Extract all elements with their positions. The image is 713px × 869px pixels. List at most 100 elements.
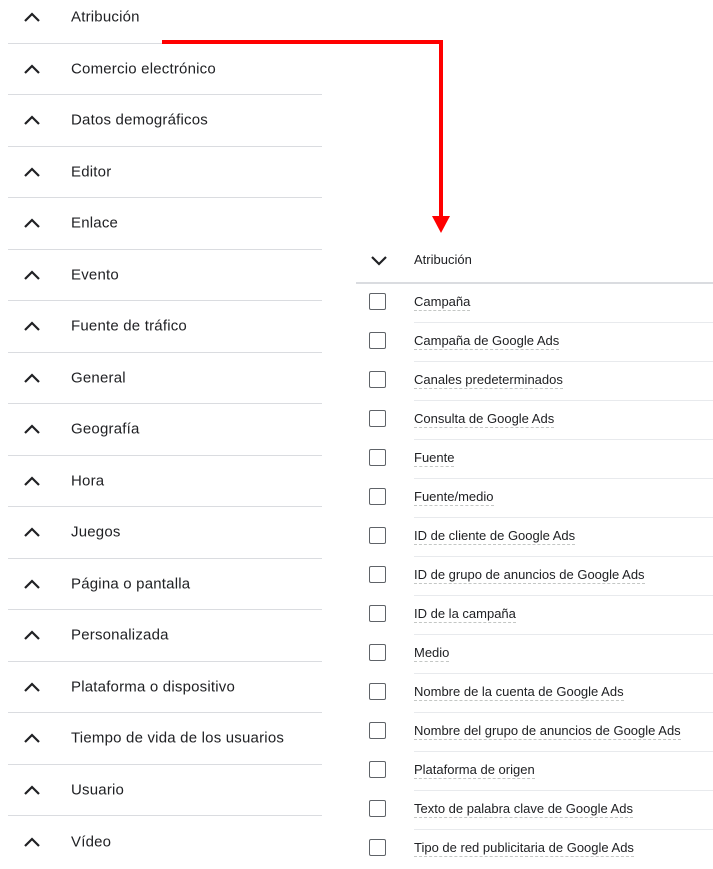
option-checkbox[interactable]: [369, 761, 386, 778]
option-row-id-de-grupo-de-anuncios-de-google-ads: ID de grupo de anuncios de Google Ads: [356, 557, 713, 596]
option-row-medio: Medio: [356, 635, 713, 674]
option-checkbox[interactable]: [369, 839, 386, 856]
option-row-id-de-cliente-de-google-ads: ID de cliente de Google Ads: [356, 518, 713, 557]
category-row-comercio-electronico[interactable]: Comercio electrónico: [8, 44, 322, 95]
category-label: Editor: [71, 163, 112, 181]
category-row-fuente-de-trafico[interactable]: Fuente de tráfico: [8, 301, 322, 353]
category-label: Juegos: [71, 523, 121, 541]
chevron-up-icon: [24, 321, 40, 332]
option-row-campana-de-google-ads: Campaña de Google Ads: [356, 323, 713, 362]
category-row-tiempo-de-vida-de-los-usuarios[interactable]: Tiempo de vida de los usuarios: [8, 713, 322, 765]
chevron-up-icon: [24, 270, 40, 280]
category-row-personalizada[interactable]: Personalizada: [8, 610, 322, 662]
option-row-plataforma-de-origen: Plataforma de origen: [356, 752, 713, 791]
attribution-section-title: Atribución: [414, 252, 472, 267]
option-checkbox[interactable]: [369, 410, 386, 427]
chevron-up-icon: [24, 424, 40, 435]
chevron-up-icon: [24, 218, 40, 229]
option-row-campana: Campaña: [356, 284, 713, 323]
category-label: Comercio electrónico: [71, 60, 216, 78]
chevron-up-icon: [24, 579, 40, 589]
chevron-down-icon: [371, 256, 387, 266]
category-label: Tiempo de vida de los usuarios: [71, 729, 285, 747]
category-label: Página o pantalla: [71, 575, 191, 593]
option-row-fuente-medio: Fuente/medio: [356, 479, 713, 518]
category-label: Enlace: [71, 214, 119, 232]
option-checkbox[interactable]: [369, 566, 386, 583]
category-row-geografia[interactable]: Geografía: [8, 404, 322, 456]
category-row-hora[interactable]: Hora: [8, 456, 322, 507]
option-label[interactable]: Plataforma de origen: [414, 762, 535, 779]
category-row-plataforma-o-dispositivo[interactable]: Plataforma o dispositivo: [8, 662, 322, 713]
category-row-datos-demograficos[interactable]: Datos demográficos: [8, 95, 322, 147]
option-checkbox[interactable]: [369, 488, 386, 505]
option-label[interactable]: Fuente: [414, 450, 455, 467]
option-checkbox[interactable]: [369, 449, 386, 466]
option-label[interactable]: ID de la campaña: [414, 606, 516, 623]
chevron-up-icon: [24, 476, 40, 486]
option-label[interactable]: Campaña de Google Ads: [414, 333, 560, 350]
chevron-up-icon: [24, 630, 40, 641]
chevron-up-icon: [24, 785, 40, 795]
category-row-editor[interactable]: Editor: [8, 147, 322, 198]
chevron-up-icon: [24, 837, 40, 847]
category-label: Plataforma o dispositivo: [71, 678, 236, 696]
option-label[interactable]: ID de grupo de anuncios de Google Ads: [414, 567, 645, 584]
category-row-general[interactable]: General: [8, 353, 322, 404]
option-row-nombre-del-grupo-de-anuncios-de-google-ads: Nombre del grupo de anuncios de Google A…: [356, 713, 713, 752]
category-row-evento[interactable]: Evento: [8, 250, 322, 301]
category-label: General: [71, 369, 126, 387]
option-label[interactable]: Medio: [414, 645, 450, 662]
category-label: Datos demográficos: [71, 111, 208, 129]
category-label: Atribución: [71, 8, 140, 26]
category-row-juegos[interactable]: Juegos: [8, 507, 322, 559]
category-label: Usuario: [71, 781, 125, 799]
option-row-id-de-la-campana: ID de la campaña: [356, 596, 713, 635]
chevron-up-icon: [24, 733, 40, 744]
option-checkbox[interactable]: [369, 683, 386, 700]
option-label[interactable]: Campaña: [414, 294, 471, 311]
chevron-up-icon: [24, 12, 40, 23]
category-row-enlace[interactable]: Enlace: [8, 198, 322, 250]
option-checkbox[interactable]: [369, 800, 386, 817]
option-row-texto-de-palabra-clave-de-google-ads: Texto de palabra clave de Google Ads: [356, 791, 713, 830]
category-label: Geografía: [71, 420, 140, 438]
chevron-up-icon: [24, 64, 40, 74]
option-label[interactable]: Fuente/medio: [414, 489, 494, 506]
category-label: Personalizada: [71, 626, 169, 644]
option-checkbox[interactable]: [369, 293, 386, 310]
chevron-up-icon: [24, 682, 40, 692]
option-checkbox[interactable]: [369, 605, 386, 622]
option-label[interactable]: Nombre de la cuenta de Google Ads: [414, 684, 624, 701]
option-label[interactable]: Nombre del grupo de anuncios de Google A…: [414, 723, 681, 740]
category-label: Evento: [71, 266, 119, 284]
chevron-up-icon: [24, 527, 40, 538]
category-row-video[interactable]: Vídeo: [8, 816, 322, 868]
chevron-up-icon: [24, 115, 40, 126]
option-label[interactable]: ID de cliente de Google Ads: [414, 528, 576, 545]
category-label: Vídeo: [71, 833, 112, 851]
attribution-section-header[interactable]: Atribución: [356, 238, 713, 284]
category-label: Hora: [71, 472, 105, 490]
chevron-up-icon: [24, 373, 40, 383]
option-checkbox[interactable]: [369, 332, 386, 349]
option-checkbox[interactable]: [369, 527, 386, 544]
category-row-usuario[interactable]: Usuario: [8, 765, 322, 816]
option-label[interactable]: Canales predeterminados: [414, 372, 563, 389]
option-row-nombre-de-la-cuenta-de-google-ads: Nombre de la cuenta de Google Ads: [356, 674, 713, 713]
option-label[interactable]: Texto de palabra clave de Google Ads: [414, 801, 633, 818]
option-row-canales-predeterminados: Canales predeterminados: [356, 362, 713, 401]
chevron-up-icon: [24, 167, 40, 177]
option-checkbox[interactable]: [369, 644, 386, 661]
option-row-tipo-de-red-publicitaria-de-google-ads: Tipo de red publicitaria de Google Ads: [356, 830, 713, 869]
annotation-arrow-head: [432, 216, 450, 233]
category-row-atribucion[interactable]: Atribución: [8, 0, 322, 44]
option-row-consulta-de-google-ads: Consulta de Google Ads: [356, 401, 713, 440]
option-checkbox[interactable]: [369, 722, 386, 739]
option-checkbox[interactable]: [369, 371, 386, 388]
attribution-expanded-panel: Atribución Campaña Campaña de Google Ads C…: [356, 238, 713, 859]
option-label[interactable]: Tipo de red publicitaria de Google Ads: [414, 840, 634, 857]
category-row-pagina-o-pantalla[interactable]: Página o pantalla: [8, 559, 322, 610]
option-label[interactable]: Consulta de Google Ads: [414, 411, 555, 428]
category-label: Fuente de tráfico: [71, 317, 187, 335]
